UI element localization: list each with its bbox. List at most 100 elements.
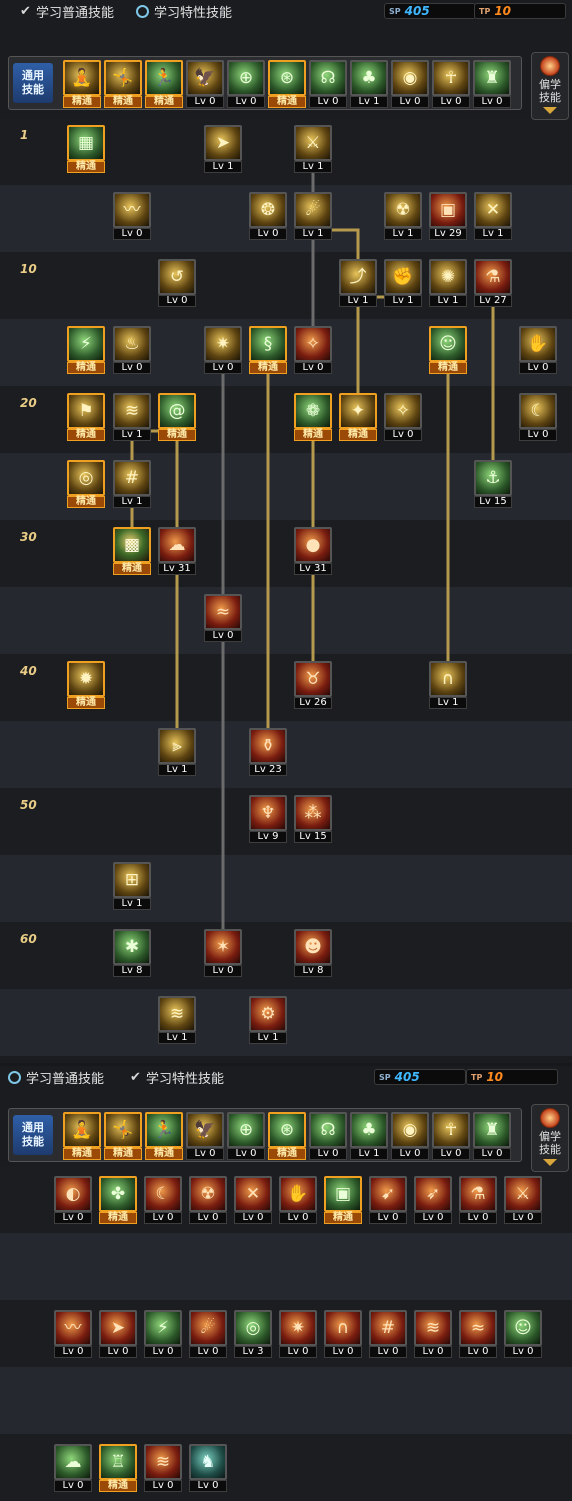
skill-slot-tree-26[interactable]: ✦ 精通 [339, 393, 377, 441]
skill-slot-tree-32[interactable]: ▩ 精通 [113, 527, 151, 575]
skill-slot-tree-2[interactable]: ➤ Lv 1 [204, 125, 242, 173]
skill-slot-tree-29[interactable]: ◎ 精通 [67, 460, 105, 508]
skill-slot-tree-23[interactable]: ≋ Lv 1 [113, 393, 151, 441]
skill-slot-special-1-9[interactable]: ➶ Lv 0 [414, 1176, 452, 1224]
skill-slot-tree-42[interactable]: ⁂ Lv 15 [294, 795, 332, 843]
skill-slot-tree-21[interactable]: ✋ Lv 0 [519, 326, 557, 374]
skill-slot-tree-46[interactable]: ☻ Lv 8 [294, 929, 332, 977]
skill-slot-tree-28[interactable]: ☾ Lv 0 [519, 393, 557, 441]
skill-slot-tree-16[interactable]: ♨ Lv 0 [113, 326, 151, 374]
preferred-skills-button[interactable]: 偏学 技能 [531, 1104, 569, 1172]
skill-slot-special-2-3[interactable]: ⚡ Lv 0 [144, 1310, 182, 1358]
skill-slot-special-2-9[interactable]: ≋ Lv 0 [414, 1310, 452, 1358]
skill-slot-tree-38[interactable]: ∩ Lv 1 [429, 661, 467, 709]
skill-slot-common-2[interactable]: 🤸 精通 [104, 1112, 142, 1160]
skill-slot-special-2-8[interactable]: # Lv 0 [369, 1310, 407, 1358]
skill-slot-common-2[interactable]: 🤸 精通 [104, 60, 142, 108]
skill-slot-common-3[interactable]: 🏃 精通 [145, 60, 183, 108]
skill-slot-tree-13[interactable]: ✺ Lv 1 [429, 259, 467, 307]
skill-slot-special-2-4[interactable]: ☄ Lv 0 [189, 1310, 227, 1358]
skill-slot-tree-3[interactable]: ⚔ Lv 1 [294, 125, 332, 173]
skill-slot-special-1-6[interactable]: ✋ Lv 0 [279, 1176, 317, 1224]
skill-slot-tree-43[interactable]: ⊞ Lv 1 [113, 862, 151, 910]
skill-slot-common-9[interactable]: ◉ Lv 0 [391, 1112, 429, 1160]
skill-slot-tree-6[interactable]: ☄ Lv 1 [294, 192, 332, 240]
skill-slot-common-4[interactable]: 🦅 Lv 0 [186, 60, 224, 108]
skill-slot-tree-22[interactable]: ⚑ 精通 [67, 393, 105, 441]
skill-slot-special-3-3[interactable]: ≋ Lv 0 [144, 1444, 182, 1492]
preferred-skills-button[interactable]: 偏学 技能 [531, 52, 569, 120]
skill-slot-tree-11[interactable]: ⤴ Lv 1 [339, 259, 377, 307]
skill-slot-tree-47[interactable]: ≋ Lv 1 [158, 996, 196, 1044]
skill-slot-tree-14[interactable]: ⚗ Lv 27 [474, 259, 512, 307]
skill-slot-tree-27[interactable]: ✧ Lv 0 [384, 393, 422, 441]
skill-slot-common-4[interactable]: 🦅 Lv 0 [186, 1112, 224, 1160]
skill-slot-common-6[interactable]: ⊛ 精通 [268, 1112, 306, 1160]
skill-slot-common-8[interactable]: ♣ Lv 1 [350, 1112, 388, 1160]
skill-slot-tree-40[interactable]: ⚱ Lv 23 [249, 728, 287, 776]
skill-slot-special-1-1[interactable]: ◐ Lv 0 [54, 1176, 92, 1224]
skill-slot-common-5[interactable]: ⊕ Lv 0 [227, 60, 265, 108]
skill-slot-tree-19[interactable]: ✧ Lv 0 [294, 326, 332, 374]
skill-slot-tree-20[interactable]: ☺ 精通 [429, 326, 467, 374]
skill-slot-common-7[interactable]: ☊ Lv 0 [309, 1112, 347, 1160]
skill-slot-special-2-10[interactable]: ≈ Lv 0 [459, 1310, 497, 1358]
skill-slot-tree-41[interactable]: ♆ Lv 9 [249, 795, 287, 843]
skill-slot-tree-31[interactable]: ⚓ Lv 15 [474, 460, 512, 508]
skill-slot-tree-25[interactable]: ❁ 精通 [294, 393, 332, 441]
learn-normal-option[interactable]: ✔ 学习普通技能 [20, 2, 114, 21]
skill-slot-special-2-5[interactable]: ◎ Lv 3 [234, 1310, 272, 1358]
skill-slot-common-10[interactable]: ☥ Lv 0 [432, 1112, 470, 1160]
skill-slot-tree-33[interactable]: ☁ Lv 31 [158, 527, 196, 575]
skill-slot-tree-39[interactable]: ⫸ Lv 1 [158, 728, 196, 776]
skill-slot-special-1-11[interactable]: ⚔ Lv 0 [504, 1176, 542, 1224]
skill-slot-common-7[interactable]: ☊ Lv 0 [309, 60, 347, 108]
learn-special-option[interactable]: ✔ 学习特性技能 [130, 1068, 224, 1087]
skill-slot-common-11[interactable]: ♜ Lv 0 [473, 1112, 511, 1160]
skill-slot-special-3-4[interactable]: ♞ Lv 0 [189, 1444, 227, 1492]
skill-slot-common-1[interactable]: 🧘 精通 [63, 60, 101, 108]
skill-slot-tree-15[interactable]: ⚡ 精通 [67, 326, 105, 374]
skill-slot-special-1-10[interactable]: ⚗ Lv 0 [459, 1176, 497, 1224]
skill-slot-special-1-3[interactable]: ☾ Lv 0 [144, 1176, 182, 1224]
skill-slot-common-10[interactable]: ☥ Lv 0 [432, 60, 470, 108]
skill-slot-tree-12[interactable]: ✊ Lv 1 [384, 259, 422, 307]
skill-slot-tree-8[interactable]: ▣ Lv 29 [429, 192, 467, 240]
skill-slot-tree-9[interactable]: ✕ Lv 1 [474, 192, 512, 240]
skill-slot-common-11[interactable]: ♜ Lv 0 [473, 60, 511, 108]
skill-slot-special-3-1[interactable]: ☁ Lv 0 [54, 1444, 92, 1492]
skill-slot-common-1[interactable]: 🧘 精通 [63, 1112, 101, 1160]
skill-slot-tree-48[interactable]: ⚙ Lv 1 [249, 996, 287, 1044]
skill-slot-tree-17[interactable]: ✷ Lv 0 [204, 326, 242, 374]
skill-slot-special-3-2[interactable]: ♖ 精通 [99, 1444, 137, 1492]
skill-slot-tree-44[interactable]: ✱ Lv 8 [113, 929, 151, 977]
skill-slot-tree-1[interactable]: ▦ 精通 [67, 125, 105, 173]
skill-slot-tree-7[interactable]: ☢ Lv 1 [384, 192, 422, 240]
skill-slot-special-1-8[interactable]: ➹ Lv 0 [369, 1176, 407, 1224]
skill-slot-common-5[interactable]: ⊕ Lv 0 [227, 1112, 265, 1160]
skill-slot-special-2-7[interactable]: ∩ Lv 0 [324, 1310, 362, 1358]
skill-slot-special-2-6[interactable]: ✷ Lv 0 [279, 1310, 317, 1358]
skill-slot-tree-45[interactable]: ✶ Lv 0 [204, 929, 242, 977]
learn-special-option[interactable]: 学习特性技能 [136, 2, 232, 21]
skill-slot-special-1-2[interactable]: ✤ 精通 [99, 1176, 137, 1224]
skill-slot-special-1-7[interactable]: ▣ 精通 [324, 1176, 362, 1224]
skill-slot-tree-34[interactable]: ● Lv 31 [294, 527, 332, 575]
skill-slot-tree-24[interactable]: @ 精通 [158, 393, 196, 441]
skill-slot-tree-37[interactable]: ♉ Lv 26 [294, 661, 332, 709]
skill-slot-special-1-4[interactable]: ☢ Lv 0 [189, 1176, 227, 1224]
skill-slot-tree-35[interactable]: ≈ Lv 0 [204, 594, 242, 642]
skill-slot-tree-36[interactable]: ✹ 精通 [67, 661, 105, 709]
skill-slot-tree-5[interactable]: ❂ Lv 0 [249, 192, 287, 240]
learn-normal-option[interactable]: 学习普通技能 [8, 1068, 104, 1087]
skill-slot-tree-18[interactable]: § 精通 [249, 326, 287, 374]
skill-slot-tree-4[interactable]: 〰 Lv 0 [113, 192, 151, 240]
skill-slot-special-2-2[interactable]: ➤ Lv 0 [99, 1310, 137, 1358]
skill-slot-tree-30[interactable]: # Lv 1 [113, 460, 151, 508]
skill-slot-common-3[interactable]: 🏃 精通 [145, 1112, 183, 1160]
skill-slot-common-6[interactable]: ⊛ 精通 [268, 60, 306, 108]
skill-slot-special-2-1[interactable]: 〰 Lv 0 [54, 1310, 92, 1358]
skill-slot-tree-10[interactable]: ↺ Lv 0 [158, 259, 196, 307]
skill-slot-common-8[interactable]: ♣ Lv 1 [350, 60, 388, 108]
skill-slot-common-9[interactable]: ◉ Lv 0 [391, 60, 429, 108]
